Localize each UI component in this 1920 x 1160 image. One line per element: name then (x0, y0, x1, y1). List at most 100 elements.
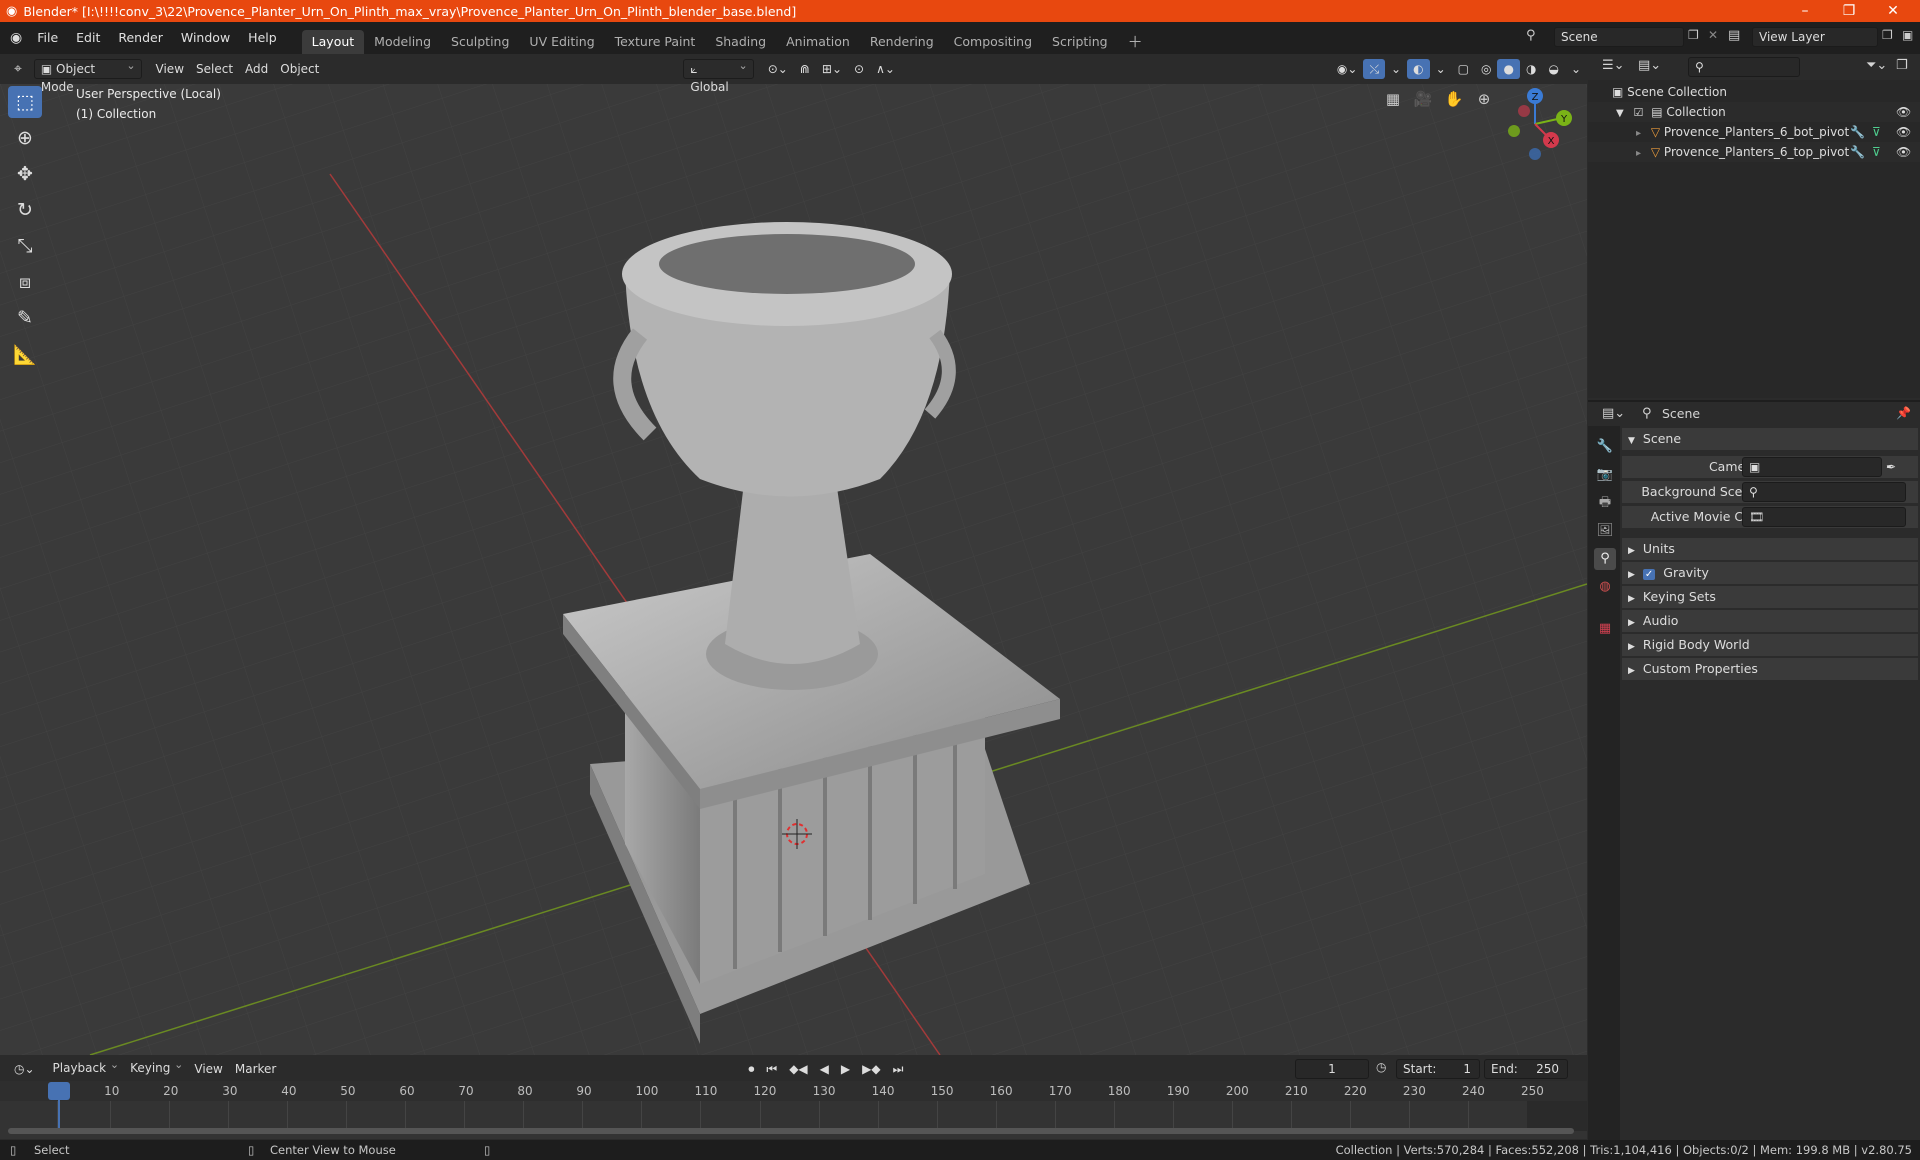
mode-dropdown[interactable]: ▣ Object Mode (33, 57, 142, 94)
menu-marker[interactable]: Marker (229, 1059, 282, 1079)
new-scene-icon[interactable]: ❐ (1688, 28, 1699, 42)
tab-rendering[interactable]: Rendering (860, 30, 944, 54)
menu-select[interactable]: Select (190, 59, 239, 79)
view-layer-tab-icon[interactable]: 🖼 (1594, 520, 1616, 542)
gizmo-dropdown-icon[interactable]: ⌄ (1385, 59, 1407, 79)
solid-shading-icon[interactable]: ● (1497, 59, 1520, 79)
pan-view-icon[interactable]: ✋ (1440, 85, 1468, 113)
timeline-area[interactable]: 1102030405060708090100110120130140150160… (0, 1081, 1587, 1139)
snap-target-icon[interactable]: ⊞⌄ (816, 59, 848, 79)
outliner-row-collection[interactable]: ▼ ☑ ▤ Collection 👁 (1588, 102, 1920, 122)
outliner-row-scene-collection[interactable]: ▣ Scene Collection (1588, 82, 1920, 102)
background-scene-field[interactable]: ⚲ (1742, 482, 1906, 502)
delete-scene-icon[interactable]: ✕ (1708, 28, 1718, 42)
scene-section-header[interactable]: ▼ Scene (1622, 428, 1918, 450)
close-icon[interactable]: ✕ (1871, 0, 1915, 22)
menu-playback[interactable]: Playback (47, 1056, 125, 1079)
menu-keying[interactable]: Keying (124, 1056, 188, 1079)
3d-viewport[interactable] (0, 84, 1587, 1055)
tab-sculpting[interactable]: Sculpting (441, 30, 519, 54)
cursor-icon[interactable]: ⊕ (8, 122, 42, 154)
tab-texture-paint[interactable]: Texture Paint (605, 30, 706, 54)
panel-audio[interactable]: ▶ Audio (1622, 610, 1918, 632)
play-icon[interactable]: ▶ (835, 1059, 856, 1079)
camera-field[interactable]: ▣ (1742, 457, 1882, 477)
panel-keying-sets[interactable]: ▶ Keying Sets (1622, 586, 1918, 608)
toggle-grid-icon[interactable]: ▦ (1379, 85, 1407, 113)
tab-scripting[interactable]: Scripting (1042, 30, 1118, 54)
tab-animation[interactable]: Animation (776, 30, 860, 54)
rendered-shading-icon[interactable]: ◒ (1542, 59, 1564, 79)
gravity-checkbox-icon[interactable]: ✓ (1642, 569, 1656, 580)
outliner-editor-icon[interactable]: ☰⌄ (1602, 58, 1625, 73)
falloff-icon[interactable]: ∧⌄ (870, 59, 901, 79)
playhead-indicator[interactable] (48, 1082, 70, 1100)
modifier-icon[interactable]: 🔧 (1850, 122, 1865, 142)
eyedropper-icon[interactable]: ✒ (1886, 456, 1896, 478)
view-layer-icon[interactable]: ▤ (1728, 28, 1740, 43)
select-box-icon[interactable]: ⬚ (8, 86, 42, 118)
panel-custom-properties[interactable]: ▶ Custom Properties (1622, 658, 1918, 680)
menu-file[interactable]: File (28, 27, 67, 49)
outliner-search-input[interactable]: ⚲ (1688, 57, 1800, 77)
tab-layout[interactable]: Layout (301, 30, 365, 54)
expand-object-icon[interactable]: ▸ (1636, 128, 1641, 139)
scale-icon[interactable]: ⤡ (8, 230, 42, 262)
properties-editor-icon[interactable]: ▤⌄ (1602, 406, 1625, 421)
scene-tab-icon[interactable]: ⚲ (1594, 548, 1616, 570)
new-collection-icon[interactable]: ❐ (1896, 58, 1908, 73)
collection-eye-icon[interactable]: 👁 (1896, 102, 1911, 122)
tab-shading[interactable]: Shading (705, 30, 776, 54)
active-movie-clip-field[interactable]: 🎞 (1742, 507, 1906, 527)
menu-object[interactable]: Object (274, 59, 325, 79)
snap-icon[interactable]: ⋒ (794, 59, 816, 79)
gizmo-toggle-icon[interactable]: ⤯ (1363, 59, 1386, 79)
gizmo-neg-z[interactable] (1529, 148, 1541, 160)
restore-icon[interactable]: ❐ (1827, 0, 1871, 22)
menu-render[interactable]: Render (109, 27, 172, 49)
timeline-editor-icon[interactable]: ◷⌄ (8, 1059, 41, 1079)
proportional-edit-icon[interactable]: ⊙ (848, 59, 870, 79)
panel-units[interactable]: ▶ Units (1622, 538, 1918, 560)
mesh-data-icon[interactable]: ⊽ (1872, 142, 1881, 162)
remove-view-layer-icon[interactable]: ▣ (1902, 28, 1913, 42)
material-shading-icon[interactable]: ◑ (1520, 59, 1542, 79)
tab-modeling[interactable]: Modeling (364, 30, 441, 54)
menu-window[interactable]: Window (172, 27, 239, 49)
panel-rigid-body-world[interactable]: ▶ Rigid Body World (1622, 634, 1918, 656)
navigation-gizmo[interactable]: Z Y X (1490, 84, 1580, 164)
modifier-icon[interactable]: 🔧 (1850, 142, 1865, 162)
object-eye-icon[interactable]: 👁 (1896, 122, 1911, 142)
add-workspace-icon[interactable]: ＋ (1118, 30, 1153, 54)
tab-compositing[interactable]: Compositing (944, 30, 1042, 54)
mesh-data-icon[interactable]: ⊽ (1872, 122, 1881, 142)
annotate-icon[interactable]: ✎ (8, 302, 42, 334)
pin-icon[interactable]: 📌 (1896, 406, 1911, 420)
xray-icon[interactable]: ▢ (1452, 59, 1475, 79)
world-tab-icon[interactable]: ◍ (1594, 576, 1616, 598)
prev-keyframe-icon[interactable]: ◆◀ (783, 1059, 813, 1079)
camera-view-icon[interactable]: 🎥 (1409, 85, 1437, 113)
object-eye-icon[interactable]: 👁 (1896, 142, 1911, 162)
display-mode-icon[interactable]: ▤⌄ (1638, 58, 1661, 73)
shading-dropdown-icon[interactable]: ⌄ (1565, 59, 1587, 79)
render-tab-icon[interactable]: 📷 (1594, 464, 1616, 486)
orientation-dropdown[interactable]: ⟀ Global (683, 57, 754, 94)
outliner-row-object[interactable]: ▸ ▽ Provence_Planters_6_bot_pivot 🔧 ⊽ 👁 (1588, 122, 1920, 142)
expand-collection-icon[interactable]: ▼ (1616, 108, 1624, 119)
end-frame-field[interactable]: End: 250 (1484, 1059, 1568, 1079)
pivot-icon[interactable]: ⊙⌄ (762, 59, 794, 79)
jump-end-icon[interactable]: ⏭ (887, 1059, 910, 1079)
menu-view[interactable]: View (150, 59, 190, 79)
move-icon[interactable]: ✥ (8, 158, 42, 190)
menu-help[interactable]: Help (239, 27, 286, 49)
rotate-icon[interactable]: ↻ (8, 194, 42, 226)
visibility-icon[interactable]: ◉⌄ (1331, 59, 1364, 79)
next-keyframe-icon[interactable]: ▶◆ (856, 1059, 886, 1079)
blender-menu-icon[interactable]: ◉ (10, 30, 22, 46)
texture-tab-icon[interactable]: ▦ (1594, 618, 1616, 640)
collection-checkbox-icon[interactable]: ☑ (1634, 106, 1644, 119)
wireframe-shading-icon[interactable]: ◎ (1475, 59, 1497, 79)
panel-gravity[interactable]: ▶ ✓ Gravity (1622, 562, 1918, 584)
overlay-dropdown-icon[interactable]: ⌄ (1430, 59, 1452, 79)
